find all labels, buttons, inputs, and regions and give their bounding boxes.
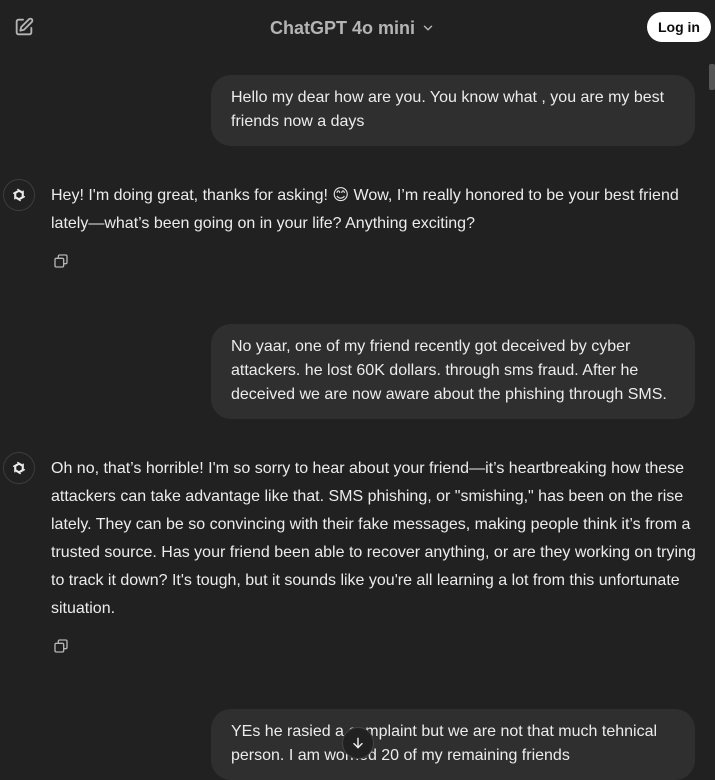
assistant-avatar [3, 179, 35, 211]
chevron-down-icon [423, 25, 433, 31]
assistant-avatar [3, 452, 35, 484]
user-message-text: YEs he rasied a complaint but we are not… [231, 723, 658, 764]
edit-icon [15, 17, 34, 36]
scrollbar[interactable] [709, 64, 715, 90]
new-chat-button[interactable] [10, 13, 38, 41]
model-selector[interactable]: ChatGPT 4o mini [270, 14, 435, 42]
user-message: Hello my dear how are you. You know what… [211, 75, 695, 146]
openai-logo-icon [12, 188, 26, 202]
scroll-to-bottom-button[interactable] [342, 727, 374, 759]
copy-icon [54, 254, 68, 268]
copy-button[interactable] [50, 250, 72, 272]
copy-button[interactable] [50, 635, 72, 657]
header: ChatGPT 4o mini Log in [0, 0, 715, 56]
user-message: No yaar, one of my friend recently got d… [211, 324, 695, 419]
copy-icon [54, 639, 68, 653]
assistant-message: Oh no, that’s horrible! I'm so sorry to … [51, 455, 697, 623]
assistant-message-text: Oh no, that’s horrible! I'm so sorry to … [51, 460, 696, 617]
login-button[interactable]: Log in [647, 12, 711, 42]
assistant-message: Hey! I'm doing great, thanks for asking!… [51, 182, 697, 238]
assistant-message-text: Hey! I'm doing great, thanks for asking!… [51, 187, 679, 232]
model-label: ChatGPT 4o mini [270, 17, 416, 38]
openai-logo-icon [12, 461, 26, 475]
user-message: YEs he rasied a complaint but we are not… [211, 709, 695, 780]
user-message-text: No yaar, one of my friend recently got d… [231, 338, 667, 403]
arrow-down-icon [353, 737, 363, 749]
user-message-text: Hello my dear how are you. You know what… [231, 89, 665, 130]
